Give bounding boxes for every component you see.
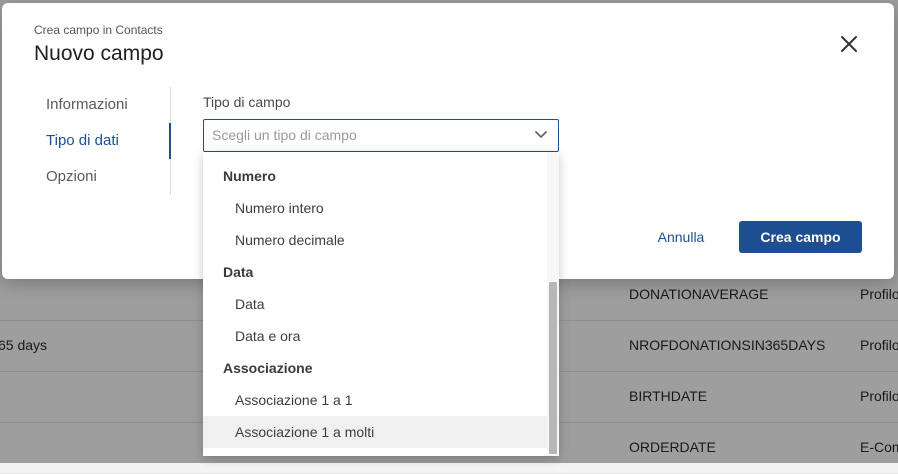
option-data-e-ora[interactable]: Data e ora	[203, 320, 547, 352]
chevron-down-icon	[535, 131, 547, 138]
scrollbar-thumb[interactable]	[549, 282, 557, 454]
close-button[interactable]	[838, 33, 860, 55]
step-opzioni[interactable]: Opzioni	[2, 159, 172, 195]
option-associazione-1-a-molti[interactable]: Associazione 1 a molti	[203, 416, 547, 448]
step-informazioni[interactable]: Informazioni	[2, 87, 172, 123]
group-header-numero: Numero	[223, 168, 276, 184]
active-step-indicator	[169, 123, 171, 159]
dialog-title: Nuovo campo	[34, 42, 164, 65]
dropdown-list: Numero Numero intero Numero decimale Dat…	[203, 160, 547, 448]
dialog-subtitle: Crea campo in Contacts	[34, 23, 163, 37]
select-placeholder: Scegli un tipo di campo	[212, 127, 357, 143]
field-type-select[interactable]: Scegli un tipo di campo	[203, 119, 559, 152]
create-field-button[interactable]: Crea campo	[739, 221, 862, 253]
option-numero-decimale[interactable]: Numero decimale	[203, 224, 547, 256]
close-icon	[841, 36, 857, 52]
group-header-data: Data	[223, 264, 254, 280]
option-associazione-1-a-1[interactable]: Associazione 1 a 1	[203, 384, 547, 416]
field-type-label: Tipo di campo	[203, 94, 291, 110]
wizard-steps: Informazioni Tipo di dati Opzioni	[2, 87, 172, 195]
step-tipo-di-dati[interactable]: Tipo di dati	[2, 123, 172, 159]
option-data[interactable]: Data	[203, 288, 547, 320]
cancel-button[interactable]: Annulla	[642, 221, 720, 253]
field-type-dropdown: Numero Numero intero Numero decimale Dat…	[203, 152, 559, 456]
option-numero-intero[interactable]: Numero intero	[203, 192, 547, 224]
group-header-associazione: Associazione	[223, 360, 313, 376]
dropdown-scrollbar[interactable]	[547, 152, 559, 456]
